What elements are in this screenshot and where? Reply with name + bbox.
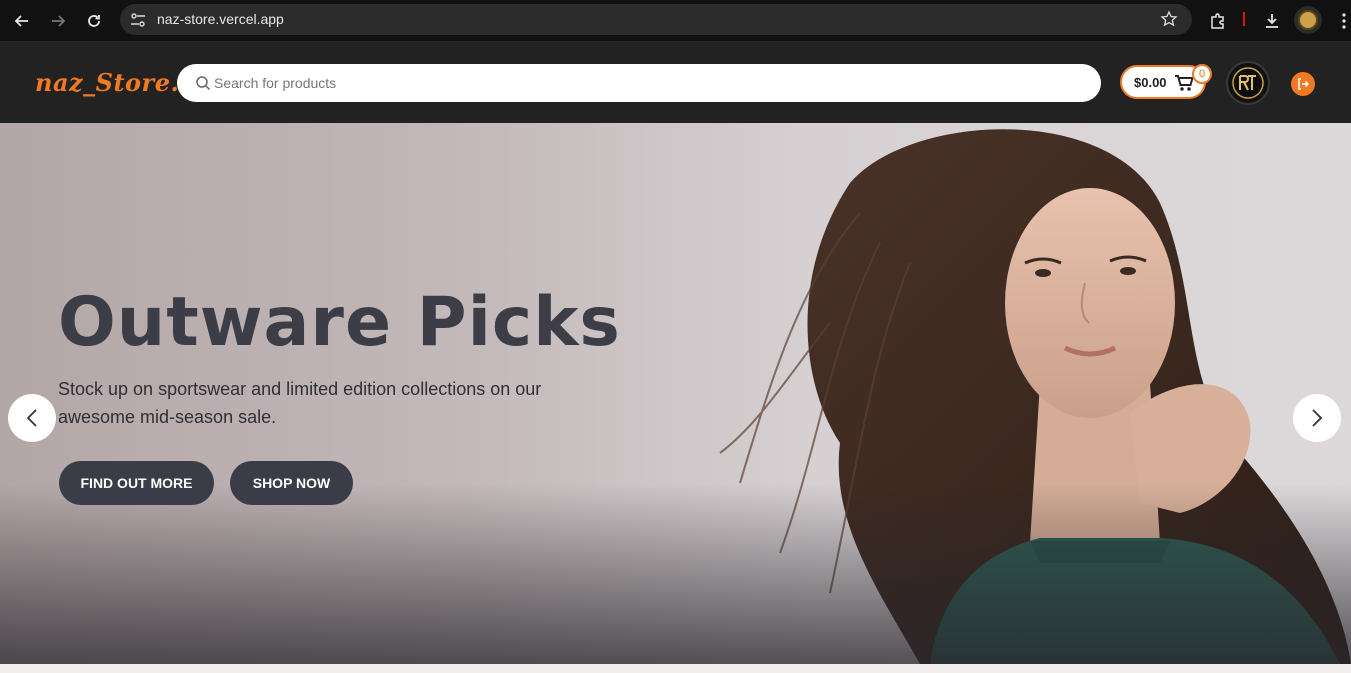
search-input[interactable] (214, 64, 1074, 102)
search-icon (195, 75, 211, 96)
hero-bottom-shade (0, 483, 1351, 664)
cart-count-badge: 0 (1192, 64, 1212, 84)
search-bar[interactable] (177, 64, 1101, 102)
toolbar-separator (1243, 12, 1245, 26)
store-logo[interactable]: naz_Store. (35, 68, 179, 97)
reload-button[interactable] (81, 8, 107, 34)
next-section-edge (0, 664, 1351, 673)
puzzle-icon (1211, 13, 1224, 29)
cart-total: $0.00 (1134, 75, 1167, 90)
browser-profile-avatar[interactable] (1294, 6, 1322, 34)
kebab-menu-icon (1342, 13, 1346, 29)
extensions-button[interactable] (1205, 8, 1231, 34)
site-header: naz_Store. $0.00 0 (0, 43, 1351, 123)
downloads-button[interactable] (1259, 8, 1285, 34)
address-bar[interactable]: naz-store.vercel.app (120, 4, 1192, 35)
shop-now-button[interactable]: SHOP NOW (230, 461, 353, 505)
url-text: naz-store.vercel.app (157, 11, 284, 27)
download-icon (1266, 14, 1278, 28)
browser-menu-button[interactable] (1331, 8, 1351, 34)
hero-description: Stock up on sportswear and limited editi… (58, 379, 542, 427)
browser-toolbar: naz-store.vercel.app (0, 0, 1351, 42)
carousel-next-button[interactable] (1293, 394, 1341, 442)
find-out-more-button[interactable]: FIND OUT MORE (59, 461, 214, 505)
forward-button[interactable] (45, 8, 71, 34)
reload-icon (88, 15, 100, 27)
arrow-left-icon (14, 15, 28, 27)
back-button[interactable] (9, 8, 35, 34)
arrow-right-icon (52, 15, 66, 27)
chevron-right-icon (1312, 409, 1323, 427)
logout-icon (1298, 78, 1310, 90)
carousel-prev-button[interactable] (8, 394, 56, 442)
site-info-icon[interactable] (129, 11, 147, 34)
bookmark-star-icon[interactable] (1160, 10, 1178, 33)
monogram-logo-icon (1232, 67, 1264, 99)
hero-carousel: Outware Picks Stock up on sportswear and… (0, 123, 1351, 664)
user-avatar[interactable] (1226, 61, 1270, 105)
hero-title: Outware Picks (58, 283, 621, 362)
chevron-left-icon (26, 409, 37, 427)
shopping-cart-icon (1174, 74, 1194, 97)
logout-button[interactable] (1291, 72, 1315, 96)
